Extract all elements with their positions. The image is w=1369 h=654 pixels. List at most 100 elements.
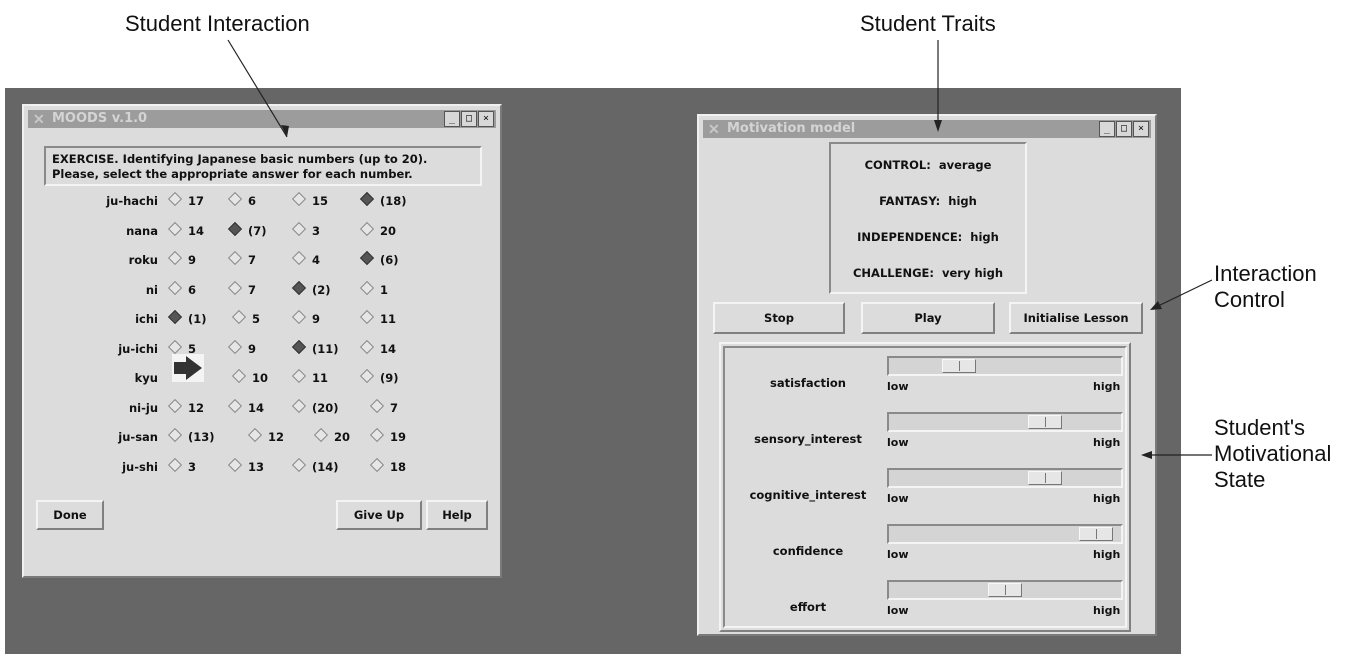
- radio-diamond-icon[interactable]: [313, 427, 329, 443]
- answer-option[interactable]: 6: [227, 191, 256, 208]
- radio-diamond-icon[interactable]: [359, 280, 375, 295]
- answer-option[interactable]: 10: [231, 368, 268, 385]
- answer-option[interactable]: 19: [369, 427, 406, 444]
- done-button[interactable]: Done: [36, 500, 104, 530]
- radio-diamond-icon[interactable]: [369, 398, 385, 413]
- moods-titlebar[interactable]: ✕ MOODS v.1.0 _ □ ×: [28, 110, 496, 128]
- radio-diamond-icon[interactable]: [167, 250, 183, 266]
- answer-option[interactable]: 7: [227, 280, 256, 297]
- answer-option[interactable]: 18: [369, 457, 406, 474]
- radio-diamond-icon[interactable]: [227, 191, 243, 207]
- radio-diamond-icon[interactable]: [167, 280, 183, 295]
- slider-trough[interactable]: [887, 580, 1123, 600]
- answer-option[interactable]: 13: [227, 457, 264, 474]
- answer-option[interactable]: 14: [359, 339, 396, 356]
- radio-diamond-icon[interactable]: [167, 398, 183, 413]
- answer-option[interactable]: 7: [369, 398, 398, 415]
- answer-option[interactable]: 9: [291, 309, 320, 326]
- radio-diamond-icon[interactable]: [167, 221, 183, 236]
- maximize-button[interactable]: □: [461, 111, 477, 127]
- answer-option[interactable]: 5: [231, 309, 260, 326]
- answer-option[interactable]: (6): [359, 250, 399, 267]
- slider-trough[interactable]: [887, 524, 1123, 544]
- answer-option[interactable]: 3: [291, 221, 320, 238]
- radio-diamond-icon[interactable]: [231, 368, 247, 384]
- radio-diamond-icon[interactable]: [167, 427, 183, 443]
- radio-diamond-icon[interactable]: [291, 398, 307, 413]
- slider-thumb[interactable]: [988, 583, 1022, 597]
- radio-diamond-icon[interactable]: [227, 339, 243, 354]
- answer-option[interactable]: 7: [227, 250, 256, 267]
- initialise-lesson-button[interactable]: Initialise Lesson: [1009, 302, 1143, 334]
- answer-option[interactable]: 17: [167, 191, 204, 208]
- answer-option[interactable]: 9: [167, 250, 196, 267]
- minimize-button[interactable]: _: [444, 111, 460, 127]
- answer-option[interactable]: 12: [167, 398, 204, 415]
- radio-diamond-icon[interactable]: [227, 221, 243, 236]
- radio-diamond-icon[interactable]: [227, 280, 243, 295]
- answer-option[interactable]: (13): [167, 427, 215, 444]
- answer-option[interactable]: (11): [291, 339, 339, 356]
- radio-diamond-icon[interactable]: [167, 457, 183, 472]
- maximize-button[interactable]: □: [1116, 121, 1132, 137]
- answer-option[interactable]: 6: [167, 280, 196, 297]
- answer-option[interactable]: 14: [227, 398, 264, 415]
- radio-diamond-icon[interactable]: [167, 191, 183, 207]
- radio-diamond-icon[interactable]: [167, 309, 183, 325]
- answer-option[interactable]: 9: [227, 339, 256, 356]
- give-up-button[interactable]: Give Up: [336, 500, 422, 530]
- radio-diamond-icon[interactable]: [227, 250, 243, 266]
- radio-diamond-icon[interactable]: [291, 250, 307, 266]
- answer-option[interactable]: 11: [359, 309, 396, 326]
- answer-option[interactable]: (2): [291, 280, 331, 297]
- radio-diamond-icon[interactable]: [231, 309, 247, 325]
- close-button[interactable]: ×: [1133, 121, 1149, 137]
- answer-option[interactable]: (9): [359, 368, 399, 385]
- slider-trough[interactable]: [887, 356, 1123, 376]
- radio-diamond-icon[interactable]: [291, 339, 307, 354]
- radio-diamond-icon[interactable]: [167, 339, 183, 354]
- help-button[interactable]: Help: [426, 500, 488, 530]
- radio-diamond-icon[interactable]: [291, 457, 307, 472]
- slider-thumb[interactable]: [942, 359, 976, 373]
- motivation-titlebar[interactable]: ✕ Motivation model _ □ ×: [703, 120, 1151, 138]
- radio-diamond-icon[interactable]: [359, 339, 375, 354]
- radio-diamond-icon[interactable]: [227, 457, 243, 472]
- radio-diamond-icon[interactable]: [291, 280, 307, 295]
- radio-diamond-icon[interactable]: [369, 427, 385, 443]
- radio-diamond-icon[interactable]: [291, 221, 307, 236]
- radio-diamond-icon[interactable]: [359, 191, 375, 207]
- slider-thumb[interactable]: [1028, 415, 1062, 429]
- radio-diamond-icon[interactable]: [359, 250, 375, 266]
- answer-option[interactable]: (14): [291, 457, 339, 474]
- close-button[interactable]: ×: [478, 111, 494, 127]
- radio-diamond-icon[interactable]: [291, 191, 307, 207]
- answer-option[interactable]: (20): [291, 398, 339, 415]
- slider-trough[interactable]: [887, 468, 1123, 488]
- answer-option[interactable]: (1): [167, 309, 207, 326]
- answer-option[interactable]: 15: [291, 191, 328, 208]
- slider-trough[interactable]: [887, 412, 1123, 432]
- answer-option[interactable]: 11: [291, 368, 328, 385]
- play-button[interactable]: Play: [861, 302, 995, 334]
- slider-thumb[interactable]: [1079, 527, 1113, 541]
- radio-diamond-icon[interactable]: [227, 398, 243, 413]
- answer-option[interactable]: 4: [291, 250, 320, 267]
- minimize-button[interactable]: _: [1099, 121, 1115, 137]
- radio-diamond-icon[interactable]: [291, 309, 307, 325]
- answer-option[interactable]: 14: [167, 221, 204, 238]
- radio-diamond-icon[interactable]: [247, 427, 263, 443]
- answer-option[interactable]: 1: [359, 280, 388, 297]
- stop-button[interactable]: Stop: [713, 302, 845, 334]
- answer-option[interactable]: 20: [359, 221, 396, 238]
- radio-diamond-icon[interactable]: [359, 309, 375, 325]
- radio-diamond-icon[interactable]: [291, 368, 307, 384]
- answer-option[interactable]: 3: [167, 457, 196, 474]
- answer-option[interactable]: 20: [313, 427, 350, 444]
- radio-diamond-icon[interactable]: [359, 368, 375, 384]
- slider-thumb[interactable]: [1028, 471, 1062, 485]
- answer-option[interactable]: (7): [227, 221, 267, 238]
- radio-diamond-icon[interactable]: [359, 221, 375, 236]
- radio-diamond-icon[interactable]: [369, 457, 385, 472]
- answer-option[interactable]: 12: [247, 427, 284, 444]
